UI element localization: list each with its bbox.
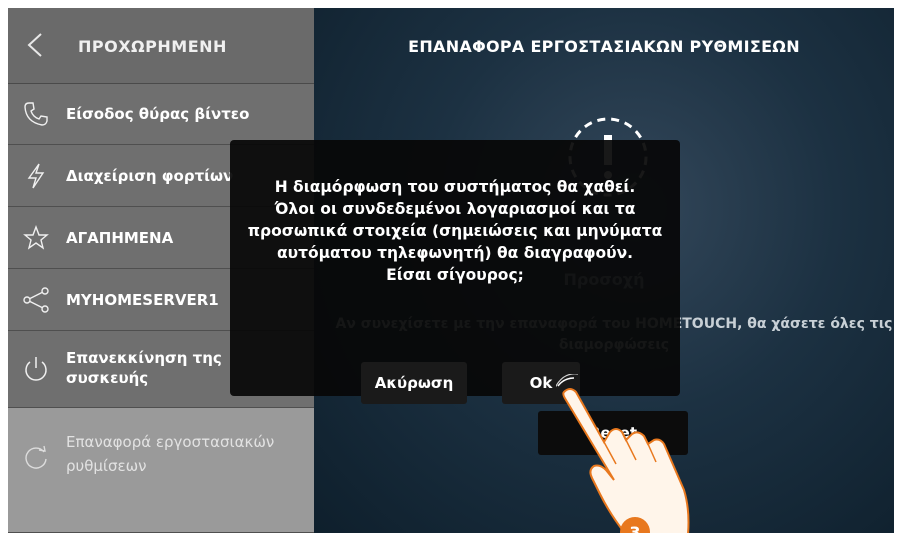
star-icon bbox=[23, 225, 49, 250]
sidebar-item-video-door-entry[interactable]: Είσοδος θύρας βίντεο bbox=[8, 83, 314, 145]
sidebar-title: ΠΡΟΧΩΡΗΜΕΝΗ bbox=[78, 37, 227, 56]
tapping-hand-illustration bbox=[556, 374, 690, 533]
lightning-icon bbox=[27, 163, 45, 189]
sidebar-item-label: ΑΓΑΠΗΜΕΝΑ bbox=[66, 229, 174, 247]
phone-icon bbox=[24, 102, 48, 126]
reset-icon bbox=[25, 445, 47, 469]
cancel-button[interactable]: Ακύρωση bbox=[361, 362, 467, 404]
power-icon bbox=[25, 357, 47, 381]
sidebar-item-label: Είσοδος θύρας βίντεο bbox=[66, 105, 250, 123]
sidebar-item-label: Διαχείριση φορτίων bbox=[66, 167, 234, 185]
sidebar-header: ΠΡΟΧΩΡΗΜΕΝΗ bbox=[8, 8, 314, 84]
confirm-dialog: Η διαμόρφωση του συστήματος θα χαθεί. Όλ… bbox=[230, 140, 680, 396]
sidebar-item-label: Επαναφορά εργοστασιακών ρυθμίσεων bbox=[66, 433, 275, 475]
sidebar-item-factory-reset[interactable]: Επαναφορά εργοστασιακών ρυθμίσεων bbox=[8, 408, 314, 533]
dialog-message: Η διαμόρφωση του συστήματος θα χαθεί. Όλ… bbox=[247, 178, 663, 284]
sidebar-item-label: MYHOMESERVER1 bbox=[66, 291, 219, 309]
device-screen: ΠΡΟΧΩΡΗΜΕΝΗ Είσοδος θύρας βίντεο Διαχείρ… bbox=[8, 8, 894, 533]
step-badge: 3 bbox=[629, 523, 641, 533]
page-title: ΕΠΑΝΑΦΟΡΑ ΕΡΓΟΣΤΑΣΙΑΚΩΝ ΡΥΘΜΙΣΕΩΝ bbox=[408, 37, 800, 56]
share-icon bbox=[23, 287, 49, 313]
chevron-left-icon[interactable] bbox=[24, 32, 46, 58]
